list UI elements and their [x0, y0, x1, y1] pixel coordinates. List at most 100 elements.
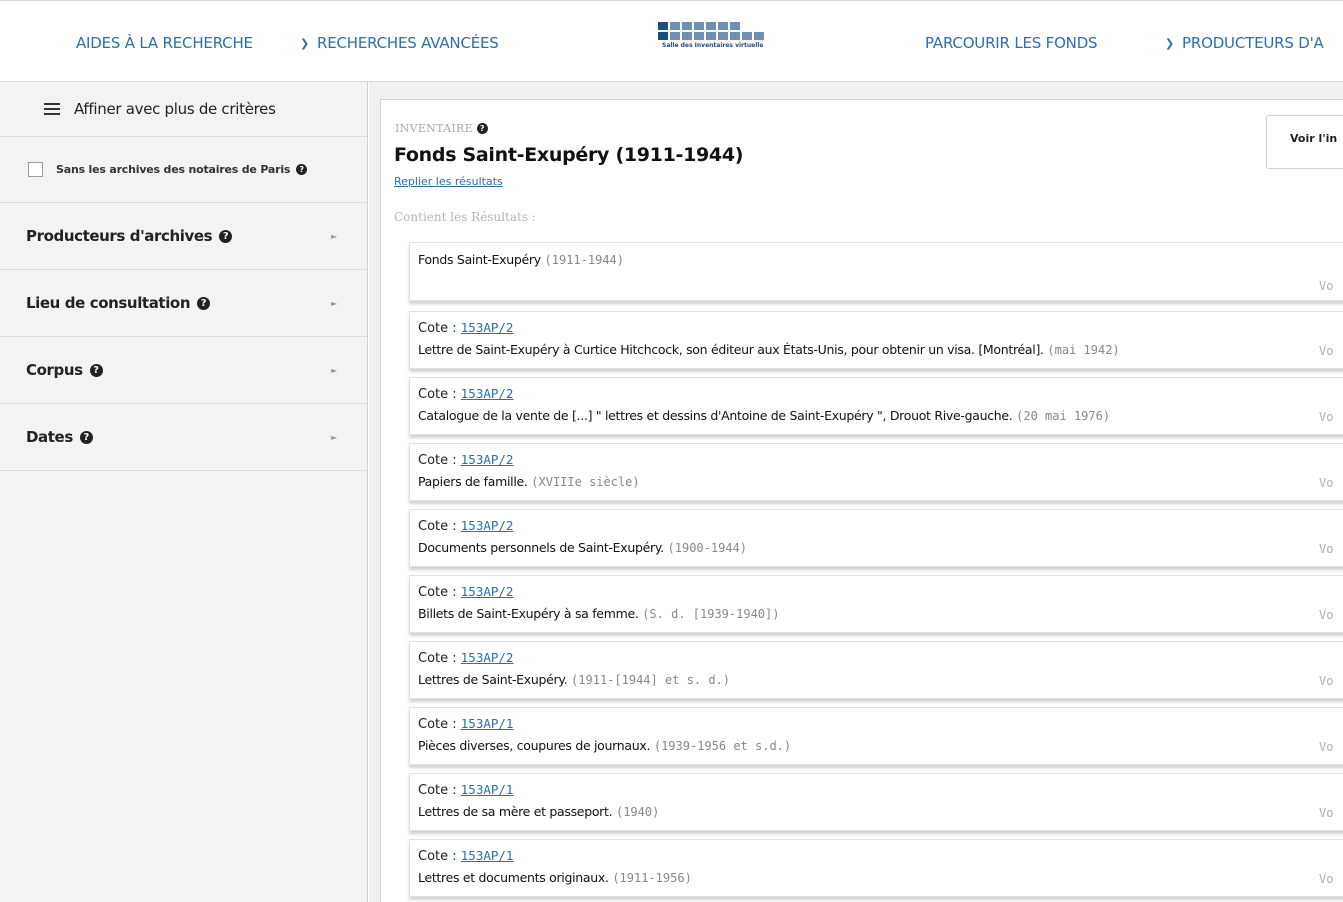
result-card[interactable]: Cote : 153AP/2 Documents personnels de Sa… — [409, 509, 1343, 567]
view-link[interactable]: Vo — [1319, 476, 1333, 490]
cote-row: Cote : 153AP/2 — [418, 518, 513, 534]
view-link[interactable]: Vo — [1319, 344, 1333, 358]
collapse-results-link[interactable]: Replier les résultats — [394, 175, 503, 188]
cote-link[interactable]: 153AP/2 — [461, 386, 514, 401]
facet-lieu[interactable]: Lieu de consultation ? ► — [0, 270, 367, 337]
result-description-text: Pièces diverses, coupures de journaux. — [418, 738, 651, 753]
result-description: Documents personnels de Saint-Exupéry. (… — [418, 540, 747, 555]
result-date: (S. d. [1939-1940]) — [642, 607, 780, 621]
cote-row: Cote : 153AP/1 — [418, 716, 513, 732]
cote-row: Cote : 153AP/2 — [418, 584, 513, 600]
cote-row: Cote : 153AP/1 — [418, 782, 513, 798]
cote-row: Cote : 153AP/2 — [418, 452, 513, 468]
nav-aides-link[interactable]: AIDES À LA RECHERCHE — [76, 34, 253, 52]
result-description: Lettres et documents originaux. (1911-19… — [418, 870, 692, 885]
result-card[interactable]: Cote : 153AP/1 Lettres de sa mère et pass… — [409, 773, 1343, 831]
result-description-text: Documents personnels de Saint-Exupéry. — [418, 540, 664, 555]
cote-link[interactable]: 153AP/1 — [461, 782, 514, 797]
result-description-text: Lettres et documents originaux. — [418, 870, 609, 885]
facet-label: Producteurs d'archives — [26, 227, 213, 245]
view-link[interactable]: Vo — [1319, 542, 1333, 556]
result-date: (1940) — [615, 805, 660, 819]
result-description: Papiers de famille. (XVIIIe siècle) — [418, 474, 640, 489]
help-icon[interactable]: ? — [219, 229, 233, 243]
cote-link[interactable]: 153AP/2 — [461, 320, 514, 335]
cote-link[interactable]: 153AP/1 — [461, 848, 514, 863]
result-card[interactable]: Cote : 153AP/2 Papiers de famille. (XVIII… — [409, 443, 1343, 501]
nav-producteurs-link[interactable]: ❯ PRODUCTEURS D'A — [1165, 34, 1324, 52]
cote-label: Cote : — [418, 387, 461, 402]
view-link[interactable]: Vo — [1319, 806, 1333, 820]
cote-label: Cote : — [418, 849, 461, 864]
result-description: Catalogue de la vente de [...] " lettres… — [418, 408, 1110, 423]
nav-recherches-link[interactable]: ❯ RECHERCHES AVANCÉES — [300, 34, 499, 52]
cote-row: Cote : 153AP/1 — [418, 848, 513, 864]
result-description: Billets de Saint-Exupéry à sa femme. (S.… — [418, 606, 779, 621]
notaires-checkbox-label: Sans les archives des notaires de Paris — [56, 163, 291, 176]
result-card-fonds[interactable]: Fonds Saint-Exupéry (1911-1944) Vo — [409, 242, 1343, 301]
view-link[interactable]: Vo — [1319, 740, 1333, 754]
view-link[interactable]: Vo — [1319, 674, 1333, 688]
result-date: (20 mai 1976) — [1016, 409, 1111, 423]
cote-link[interactable]: 153AP/2 — [461, 518, 514, 533]
cote-label: Cote : — [418, 321, 461, 336]
cote-label: Cote : — [418, 783, 461, 798]
result-description: Lettre de Saint-Exupéry à Curtice Hitchc… — [418, 342, 1120, 357]
cote-link[interactable]: 153AP/2 — [461, 452, 514, 467]
nav-recherches-label: RECHERCHES AVANCÉES — [317, 34, 499, 52]
help-icon[interactable]: ? — [476, 123, 488, 134]
cote-row: Cote : 153AP/2 — [418, 386, 513, 402]
refine-header[interactable]: Affiner avec plus de critères — [0, 82, 367, 137]
refine-title: Affiner avec plus de critères — [74, 100, 276, 118]
contains-results-label: Contient les Résultats : — [394, 210, 536, 224]
chevron-right-icon: ► — [331, 231, 338, 241]
result-card[interactable]: Cote : 153AP/2 Lettre de Saint-Exupéry à … — [409, 311, 1343, 369]
result-description: Pièces diverses, coupures de journaux. (… — [418, 738, 791, 753]
result-date: (1911-[1944] et s. d.) — [571, 673, 730, 687]
menu-icon — [44, 103, 60, 115]
view-link[interactable]: Vo — [1319, 410, 1333, 424]
cote-row: Cote : 153AP/2 — [418, 650, 513, 666]
result-card[interactable]: Cote : 153AP/1 Lettres et documents origi… — [409, 839, 1343, 897]
kicker-text: INVENTAIRE — [395, 122, 473, 135]
cote-label: Cote : — [418, 585, 461, 600]
results-area: INVENTAIRE? Fonds Saint-Exupéry (1911-19… — [369, 82, 1343, 902]
result-card[interactable]: Cote : 153AP/1 Pièces diverses, coupures … — [409, 707, 1343, 765]
cote-label: Cote : — [418, 717, 461, 732]
chevron-down-icon: ❯ — [1165, 37, 1175, 50]
result-description: Lettres de sa mère et passeport. (1940) — [418, 804, 659, 819]
result-card[interactable]: Cote : 153AP/2 Lettres de Saint-Exupéry. … — [409, 641, 1343, 699]
site-logo[interactable]: Salle des Inventaires virtuelle — [658, 22, 800, 68]
view-link[interactable]: Vo — [1319, 608, 1333, 622]
help-icon[interactable]: ? — [79, 430, 93, 444]
result-date: (1911-1944) — [544, 253, 624, 267]
result-card[interactable]: Cote : 153AP/2 Billets de Saint-Exupéry à… — [409, 575, 1343, 633]
facet-producteurs[interactable]: Producteurs d'archives ? ► — [0, 203, 367, 270]
cote-link[interactable]: 153AP/1 — [461, 716, 514, 731]
inventory-panel: INVENTAIRE? Fonds Saint-Exupéry (1911-19… — [380, 99, 1343, 902]
chevron-right-icon: ► — [331, 365, 338, 375]
result-card[interactable]: Cote : 153AP/2 Catalogue de la vente de [… — [409, 377, 1343, 435]
help-icon[interactable]: ? — [197, 296, 211, 310]
view-link[interactable]: Vo — [1319, 279, 1333, 293]
facet-dates[interactable]: Dates ? ► — [0, 404, 367, 471]
result-description-text: Papiers de famille. — [418, 474, 528, 489]
result-description-text: Billets de Saint-Exupéry à sa femme. — [418, 606, 639, 621]
chevron-right-icon: ► — [331, 432, 338, 442]
help-icon[interactable]: ? — [89, 363, 103, 377]
result-description-text: Catalogue de la vente de [...] " lettres… — [418, 408, 1013, 423]
cote-label: Cote : — [418, 519, 461, 534]
view-inventory-button[interactable]: Voir l'in — [1266, 115, 1343, 169]
cote-link[interactable]: 153AP/2 — [461, 650, 514, 665]
notaires-filter: Sans les archives des notaires de Paris … — [0, 137, 367, 203]
cote-label: Cote : — [418, 453, 461, 468]
result-description-text: Lettres de Saint-Exupéry. — [418, 672, 568, 687]
facet-corpus[interactable]: Corpus ? ► — [0, 337, 367, 404]
help-icon[interactable]: ? — [296, 164, 308, 175]
logo-caption: Salle des Inventaires virtuelle — [662, 42, 764, 49]
notaires-checkbox[interactable] — [28, 162, 43, 177]
cote-link[interactable]: 153AP/2 — [461, 584, 514, 599]
nav-parcourir-link[interactable]: PARCOURIR LES FONDS — [925, 34, 1098, 52]
result-date: (1911-1956) — [612, 871, 692, 885]
view-link[interactable]: Vo — [1319, 872, 1333, 886]
